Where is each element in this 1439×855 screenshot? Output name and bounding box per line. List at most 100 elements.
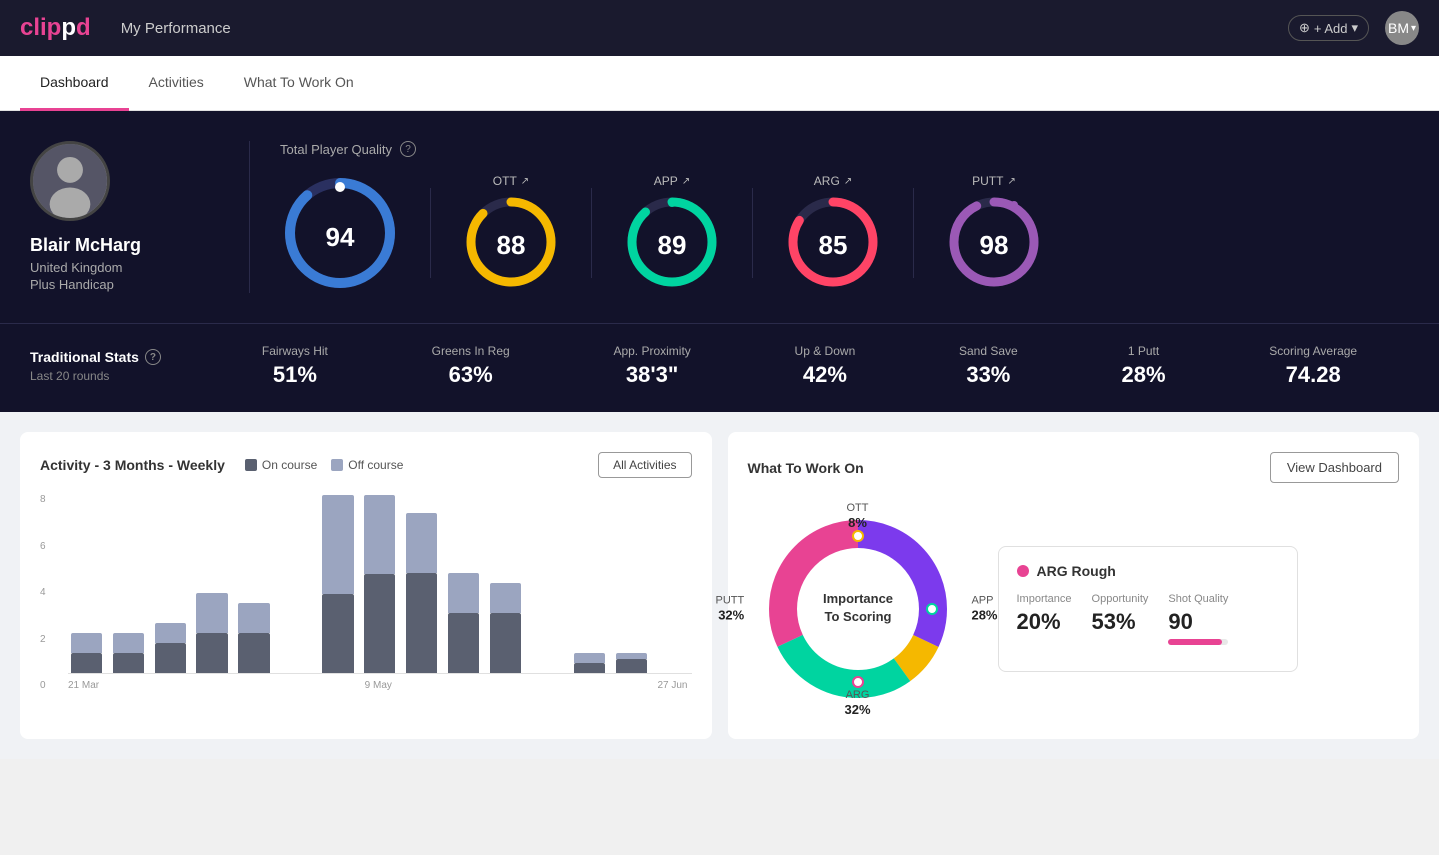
gauge-putt: PUTT ↗ 98 [944,174,1044,292]
stat-sandsave: Sand Save 33% [959,344,1018,388]
stat-oneputt-label: 1 Putt [1128,344,1159,358]
stat-oneputt-value: 28% [1121,362,1165,388]
what-panel-title: What To Work On [748,460,864,476]
info-icon-trad[interactable]: ? [145,349,161,365]
stat-proximity-label: App. Proximity [613,344,690,358]
bar-offcourse [196,593,227,633]
all-activities-button[interactable]: All Activities [598,452,691,478]
player-handicap: Plus Handicap [30,277,114,292]
trad-stats-subtitle: Last 20 rounds [30,369,210,383]
gauge-ott: OTT ↗ 88 [461,174,561,292]
stat-scoring-label: Scoring Average [1269,344,1357,358]
bar-group [278,494,315,673]
what-panel-header: What To Work On View Dashboard [748,452,1400,483]
bar-offcourse [238,603,269,633]
bar-offcourse [574,653,605,663]
bar-group [236,494,273,673]
bar-group [68,494,105,673]
activity-panel-header: Activity - 3 Months - Weekly On course O… [40,452,692,478]
gauge-divider-3 [752,188,753,278]
stat-sandsave-value: 33% [966,362,1010,388]
bar-oncourse [490,613,521,673]
tab-dashboard[interactable]: Dashboard [20,56,129,111]
shot-quality-bar [1168,639,1228,645]
bar-offcourse [155,623,186,643]
nav-tabs: Dashboard Activities What To Work On [0,56,1439,111]
bar-oncourse [155,643,186,673]
bar-oncourse [364,574,395,673]
svg-text:To Scoring: To Scoring [824,609,891,624]
traditional-stats: Traditional Stats ? Last 20 rounds Fairw… [0,323,1439,412]
svg-text:94: 94 [326,222,355,252]
donut-label-putt: PUTT 32% [716,593,745,624]
stat-fairways: Fairways Hit 51% [262,344,328,388]
bar-chart [68,494,692,674]
gauge-divider-1 [430,188,431,278]
what-panel-inner: Importance To Scoring OTT 8% APP 28% ARG [748,499,1400,719]
gauge-total: 94 [280,173,400,293]
arrow-icon: ↗ [682,176,690,187]
gauge-divider-2 [591,188,592,278]
bar-oncourse [406,573,437,673]
stat-gir-value: 63% [449,362,493,388]
gauge-app: APP ↗ 89 [622,174,722,292]
bar-group [194,494,231,673]
metric-importance: Importance 20% [1017,593,1072,645]
tab-what-to-work-on[interactable]: What To Work On [224,56,374,111]
gauge-arg-label: ARG ↗ [814,174,852,188]
bar-offcourse [490,583,521,613]
bar-group [571,494,608,673]
bar-group [613,494,650,673]
bar-group [655,494,692,673]
avatar[interactable]: BM ▾ [1385,11,1419,45]
arrow-icon: ↗ [1007,176,1015,187]
detail-card-title: ARG Rough [1017,563,1279,579]
info-icon[interactable]: ? [400,141,416,157]
donut-chart: Importance To Scoring OTT 8% APP 28% ARG [748,499,968,719]
legend-oncourse-dot [245,459,257,471]
chart-legend: On course Off course [245,458,404,472]
hero-section: Blair McHarg United Kingdom Plus Handica… [0,111,1439,323]
stat-scoring-value: 74.28 [1286,362,1341,388]
svg-text:88: 88 [497,230,526,260]
bar-group [361,494,398,673]
player-info: Blair McHarg United Kingdom Plus Handica… [30,141,250,293]
logo-area: clippd My Performance [20,14,231,42]
metric-opportunity: Opportunity 53% [1092,593,1149,645]
stat-oneputt: 1 Putt 28% [1121,344,1165,388]
bar-offcourse [364,495,395,574]
bar-oncourse [616,659,647,673]
bar-group [487,494,524,673]
bar-group [152,494,189,673]
donut-label-app: APP 28% [971,593,997,624]
svg-text:85: 85 [819,230,848,260]
bar-oncourse [322,594,353,673]
bar-oncourse [71,653,102,673]
bar-oncourse [196,633,227,673]
bar-group [110,494,147,673]
stat-gir-label: Greens In Reg [432,344,510,358]
quality-header: Total Player Quality ? [280,141,1409,157]
stat-scoring: Scoring Average 74.28 [1269,344,1357,388]
trad-stats-label: Traditional Stats ? Last 20 rounds [30,349,210,383]
chart-xaxis: 21 Mar 9 May 27 Jun [68,680,692,691]
detail-card: ARG Rough Importance 20% Opportunity 53%… [998,546,1298,672]
chevron-down-icon: ▾ [1411,23,1416,34]
stat-updown: Up & Down 42% [795,344,856,388]
add-button[interactable]: ⊕ + Add ▾ [1288,15,1369,41]
bar-offcourse [448,573,479,613]
svg-text:98: 98 [980,230,1009,260]
bar-offcourse [71,633,102,653]
legend-offcourse-dot [331,459,343,471]
tab-activities[interactable]: Activities [129,56,224,111]
header-right: ⊕ + Add ▾ BM ▾ [1288,11,1419,45]
player-avatar [30,141,110,221]
gauge-app-label: APP ↗ [654,174,690,188]
stat-proximity-value: 38'3" [626,362,678,388]
player-country: United Kingdom [30,260,123,275]
view-dashboard-button[interactable]: View Dashboard [1270,452,1399,483]
quality-circles: 94 OTT ↗ 88 APP [280,173,1409,293]
metric-shotquality: Shot Quality 90 [1168,593,1228,645]
arrow-icon: ↗ [844,176,852,187]
header: clippd My Performance ⊕ + Add ▾ BM ▾ [0,0,1439,56]
